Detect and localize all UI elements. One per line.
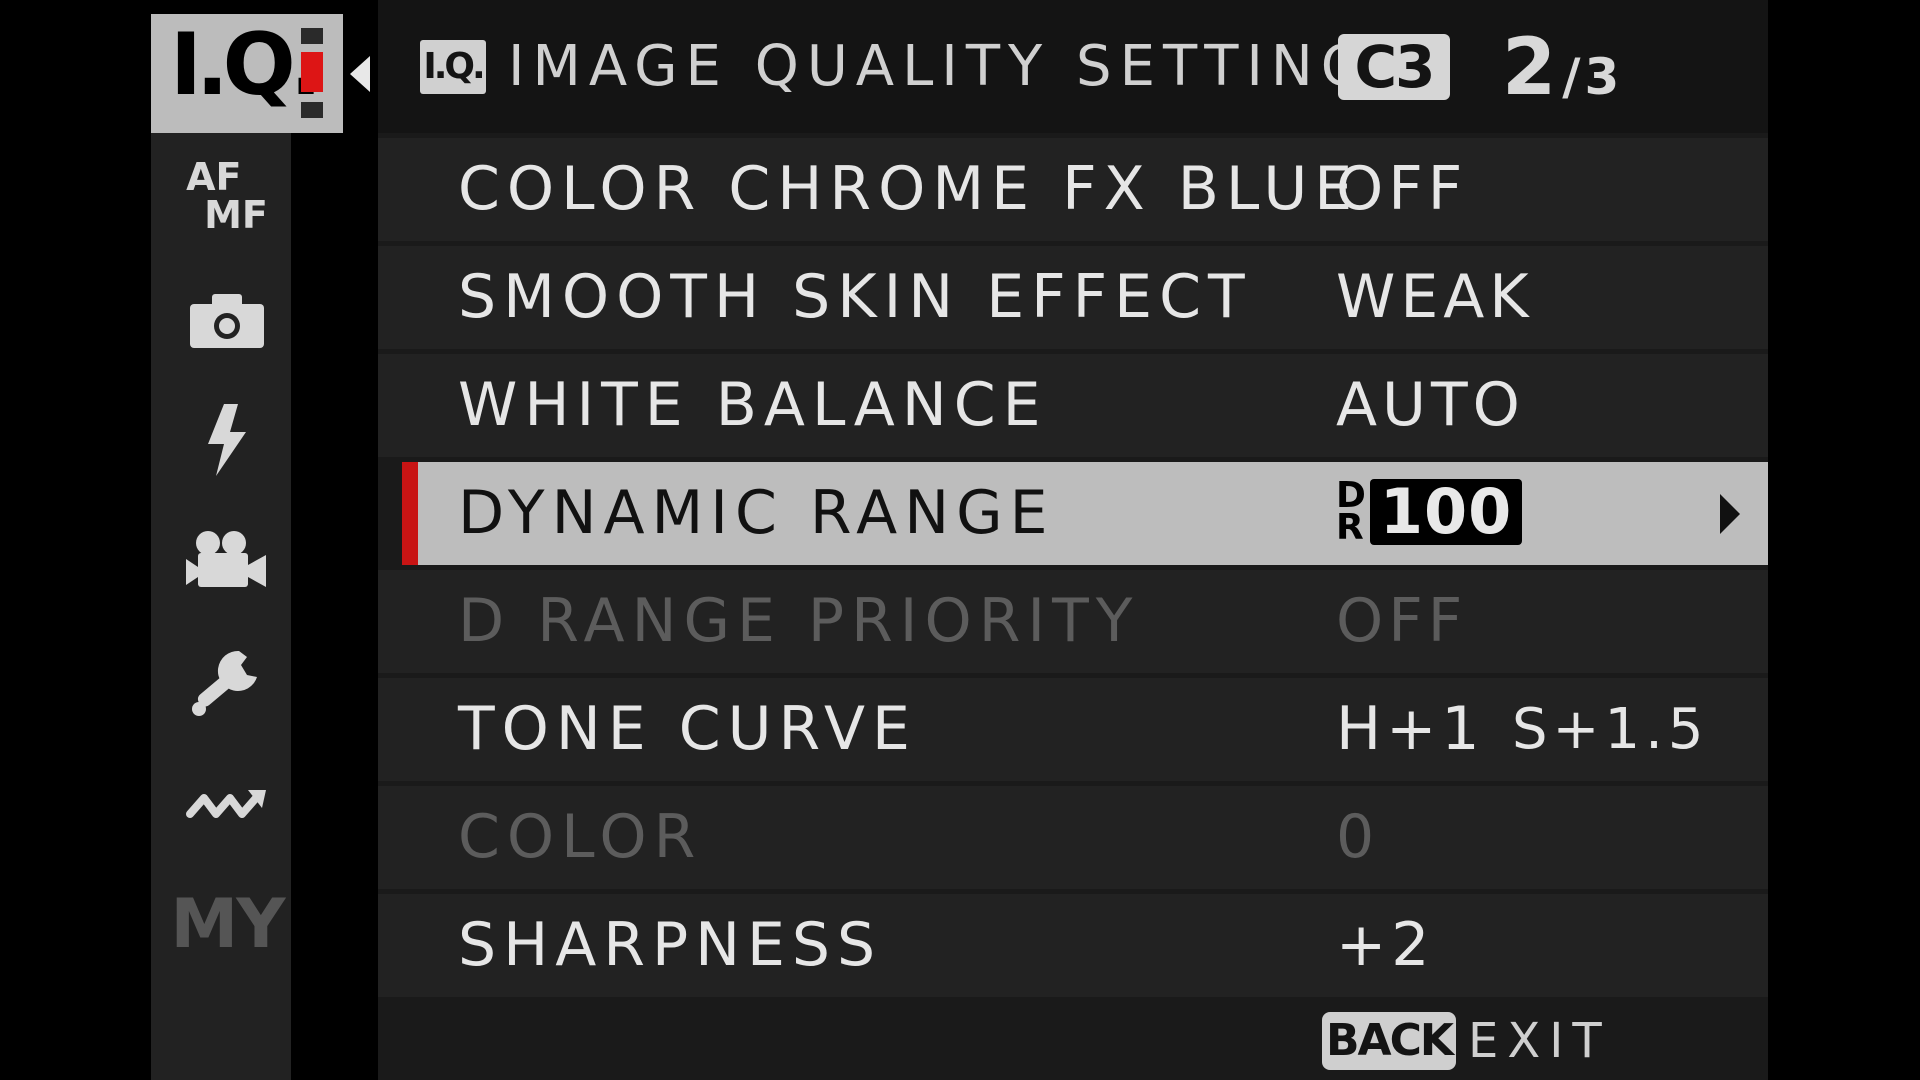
menu-item-label: SHARPNESS xyxy=(458,910,883,980)
af-label: AF xyxy=(186,155,242,199)
page-number: 2/3 xyxy=(1502,26,1623,119)
dr-icon: D R xyxy=(1336,478,1366,548)
menu-item-color-chrome-fx-blue[interactable]: COLOR CHROME FX BLUE OFF xyxy=(378,138,1768,241)
menu-item-sharpness[interactable]: SHARPNESS +2 xyxy=(378,894,1768,997)
page-total: /3 xyxy=(1562,48,1624,106)
tab-image-quality-label: I.Q. xyxy=(170,15,322,115)
movie-camera-icon xyxy=(186,531,266,587)
tab-connection-settings[interactable] xyxy=(170,756,284,852)
dr-value-box: 100 xyxy=(1369,479,1523,545)
page-indicator-2-active xyxy=(301,52,323,92)
page-indicator-3 xyxy=(301,102,323,118)
menu-item-value: 0 xyxy=(1336,802,1380,872)
menu-item-color: COLOR 0 xyxy=(378,786,1768,889)
tone-curve-shadow-value: S+1.5 xyxy=(1512,697,1709,762)
tab-shooting-settings[interactable] xyxy=(170,272,284,368)
selection-marker xyxy=(402,462,418,565)
page-indicator-1 xyxy=(301,28,323,44)
image-quality-icon: I.Q. xyxy=(420,40,486,94)
page-title: IMAGE QUALITY SETTING xyxy=(508,34,1373,99)
menu-item-label: TONE CURVE xyxy=(458,694,917,764)
tab-movie-settings[interactable] xyxy=(170,512,284,608)
tab-set-up[interactable] xyxy=(170,634,284,730)
menu-item-label: DYNAMIC RANGE xyxy=(458,478,1055,548)
wrench-icon xyxy=(192,650,257,716)
menu-item-label: SMOOTH SKIN EFFECT xyxy=(458,262,1252,332)
menu-item-value: WEAK xyxy=(1336,262,1534,332)
menu-item-value: OFF xyxy=(1336,154,1468,224)
dr-letter-r: R xyxy=(1336,507,1364,548)
menu-item-d-range-priority: D RANGE PRIORITY OFF xyxy=(378,570,1768,673)
menu-item-value: AUTO xyxy=(1336,370,1525,440)
menu-item-white-balance[interactable]: WHITE BALANCE AUTO xyxy=(378,354,1768,457)
tab-af-mf[interactable]: AF MF xyxy=(170,148,284,244)
custom-setting-badge: C3 xyxy=(1338,34,1450,100)
tab-flash-settings[interactable] xyxy=(170,392,284,488)
dynamic-range-value: D R 100 xyxy=(1336,476,1523,548)
menu-item-label: COLOR xyxy=(458,802,703,872)
submenu-arrow-icon xyxy=(1720,494,1740,534)
menu-item-label: COLOR CHROME FX BLUE xyxy=(458,154,1360,224)
menu-item-smooth-skin-effect[interactable]: SMOOTH SKIN EFFECT WEAK xyxy=(378,246,1768,349)
page-current: 2 xyxy=(1502,23,1557,113)
tab-pointer-icon xyxy=(350,56,370,92)
menu-item-value: +2 xyxy=(1336,910,1435,980)
menu-item-dynamic-range[interactable]: DYNAMIC RANGE D R 100 xyxy=(418,462,1768,565)
wireless-icon xyxy=(186,790,266,818)
my-menu-label: MY xyxy=(170,884,286,964)
camera-icon xyxy=(190,294,264,348)
menu-item-label: WHITE BALANCE xyxy=(458,370,1048,440)
tab-my-menu[interactable]: MY xyxy=(170,876,286,972)
camera-menu-screen: I.Q. AF MF MY I.Q. IMAGE QUALITY SETTING… xyxy=(0,0,1920,1080)
flash-icon xyxy=(208,404,246,476)
exit-label: EXIT xyxy=(1468,1013,1611,1069)
tone-curve-highlight-value: H+1 xyxy=(1336,694,1485,764)
menu-item-label: D RANGE PRIORITY xyxy=(458,586,1140,656)
menu-item-tone-curve[interactable]: TONE CURVE H+1 S+1.5 xyxy=(378,678,1768,781)
af-mf-icon: AF MF xyxy=(186,158,268,234)
mf-label: MF xyxy=(204,193,268,237)
menu-item-value: OFF xyxy=(1336,586,1468,656)
back-button[interactable]: BACK xyxy=(1322,1012,1456,1070)
